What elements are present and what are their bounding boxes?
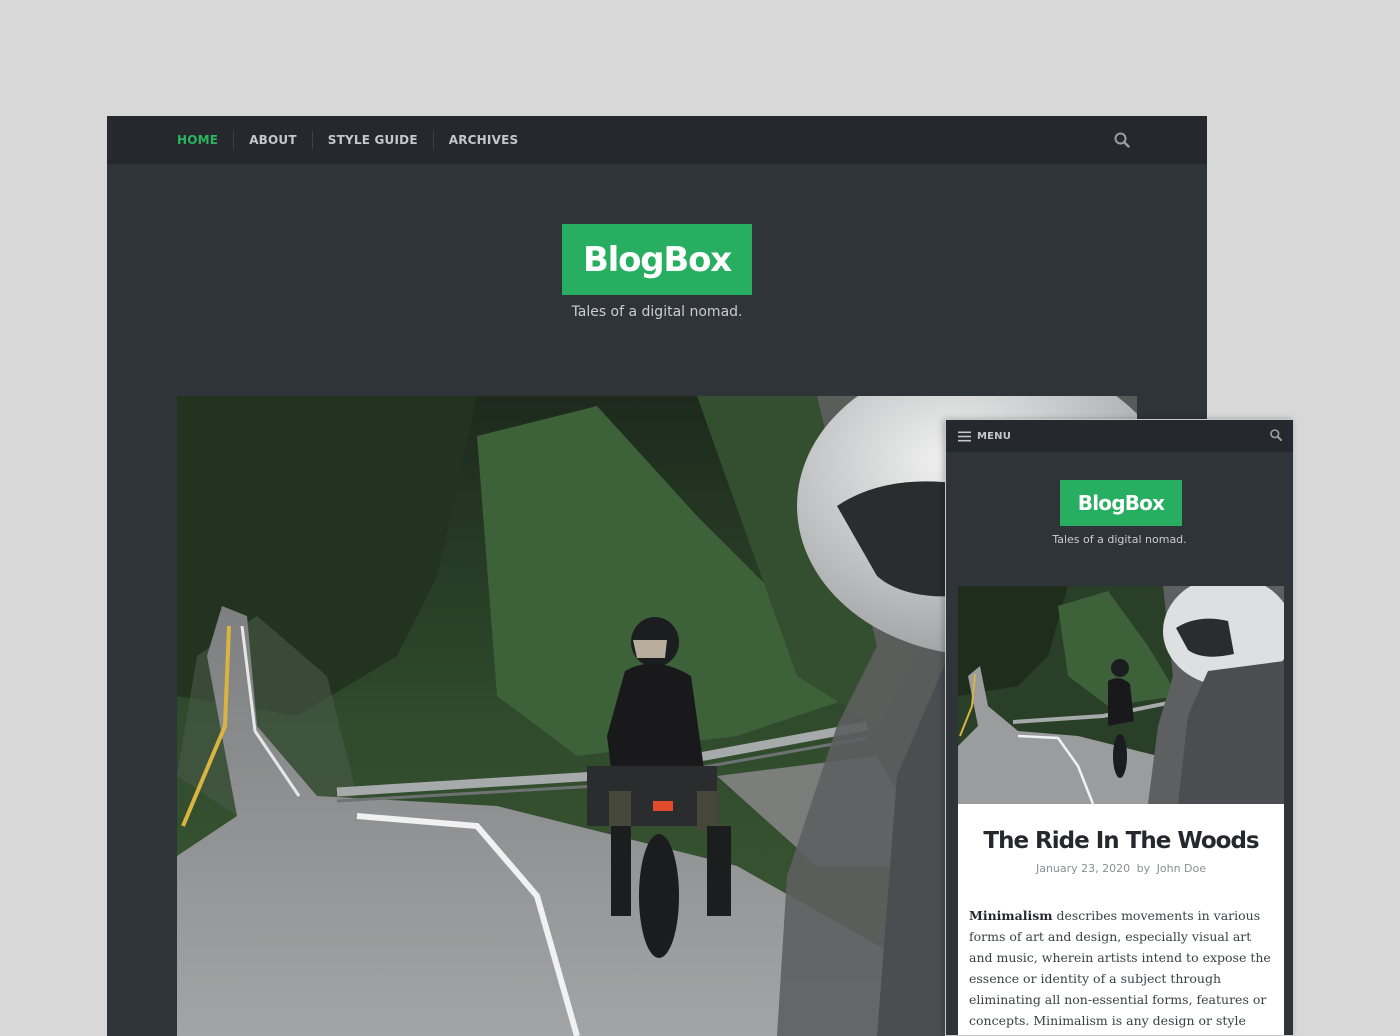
desktop-nav-menu: HOME ABOUT STYLE GUIDE ARCHIVES [177, 116, 533, 164]
post-title[interactable]: The Ride In The Woods [958, 828, 1284, 854]
search-icon[interactable] [1113, 131, 1131, 149]
site-logo[interactable]: BlogBox [1060, 480, 1182, 526]
post-excerpt: Minimalism describes movements in variou… [969, 905, 1273, 1035]
menu-label: MENU [977, 430, 1012, 442]
site-tagline: Tales of a digital nomad. [1052, 533, 1187, 546]
search-icon[interactable] [1269, 428, 1283, 442]
post-excerpt-text: describes movements in various forms of … [969, 908, 1271, 1035]
hamburger-icon [958, 431, 971, 441]
site-logo[interactable]: BlogBox [562, 224, 752, 295]
post-featured-image[interactable] [958, 586, 1284, 804]
post-date[interactable]: January 23, 2020 [1036, 862, 1130, 875]
nav-item-style-guide[interactable]: STYLE GUIDE [311, 131, 433, 149]
post-card: The Ride In The Woods January 23, 2020 b… [958, 586, 1284, 1035]
post-by-label: by [1136, 862, 1151, 875]
site-tagline: Tales of a digital nomad. [571, 304, 743, 320]
nav-item-archives[interactable]: ARCHIVES [432, 131, 534, 149]
menu-toggle[interactable]: MENU [958, 420, 1011, 452]
nav-item-home[interactable]: HOME [177, 131, 233, 149]
nav-item-about[interactable]: ABOUT [233, 131, 312, 149]
post-meta: January 23, 2020 by John Doe [958, 862, 1284, 875]
mobile-mockup: MENU BlogBox Tales of a digital nomad. T… [945, 419, 1294, 1036]
post-excerpt-bold: Minimalism [969, 908, 1053, 923]
desktop-navbar: HOME ABOUT STYLE GUIDE ARCHIVES [107, 116, 1207, 164]
mobile-navbar: MENU [946, 420, 1293, 452]
post-author[interactable]: John Doe [1157, 862, 1206, 875]
